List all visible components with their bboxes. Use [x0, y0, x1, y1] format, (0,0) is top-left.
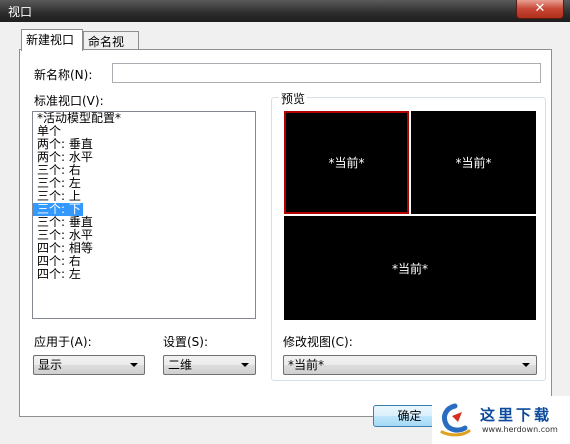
tab-new-viewport[interactable]: 新建视口: [21, 29, 83, 51]
viewport-label: *当前*: [328, 156, 365, 170]
change-view-label: 修改视图(C):: [283, 335, 353, 349]
watermark: 这里下载 www.herdown.com: [432, 396, 570, 444]
watermark-text: 这里下载: [480, 406, 553, 424]
viewport-label: *当前*: [391, 261, 428, 276]
list-item[interactable]: 四个: 左: [33, 268, 255, 281]
viewport-label: *当前*: [455, 156, 492, 170]
setup-value: 二维: [168, 358, 193, 372]
watermark-url: www.herdown.com: [482, 425, 558, 434]
standard-viewports-label: 标准视口(V):: [34, 94, 104, 108]
dialog-client: 新建视口 命名视口 新名称(N): 标准视口(V): *活动模型配置* 单个 两…: [0, 22, 570, 444]
ok-label: 确定: [397, 409, 422, 423]
new-name-label: 新名称(N):: [34, 68, 93, 82]
window-title: 视口: [8, 5, 33, 19]
watermark-logo-icon: [440, 403, 471, 437]
title-bar: 视口 ✕: [0, 0, 570, 22]
preview-label: 预览: [279, 90, 308, 107]
apply-to-value: 显示: [38, 358, 63, 372]
setup-dropdown[interactable]: 二维: [163, 355, 256, 375]
preview-viewport-bottom: *当前*: [284, 216, 536, 320]
tab-named-viewports[interactable]: 命名视口: [83, 31, 139, 69]
apply-to-label: 应用于(A):: [34, 335, 92, 349]
list-item[interactable]: *活动模型配置*: [33, 112, 255, 125]
chevron-down-icon: [241, 363, 249, 367]
close-icon: ✕: [534, 1, 546, 16]
standard-viewports-list[interactable]: *活动模型配置* 单个 两个: 垂直 两个: 水平 三个: 右 三个: 左 三个…: [32, 111, 256, 319]
tab-label: 新建视口: [26, 33, 75, 47]
change-view-dropdown[interactable]: *当前*: [283, 355, 537, 375]
preview-viewport-top-left: *当前*: [284, 111, 409, 214]
apply-to-dropdown[interactable]: 显示: [33, 355, 145, 375]
preview-viewport-top-right: *当前*: [411, 111, 536, 214]
new-name-input[interactable]: [112, 63, 541, 83]
setup-label: 设置(S):: [163, 335, 209, 349]
change-view-value: *当前*: [288, 358, 325, 372]
chevron-down-icon: [130, 363, 138, 367]
close-button[interactable]: ✕: [516, 0, 564, 19]
chevron-down-icon: [522, 363, 530, 367]
